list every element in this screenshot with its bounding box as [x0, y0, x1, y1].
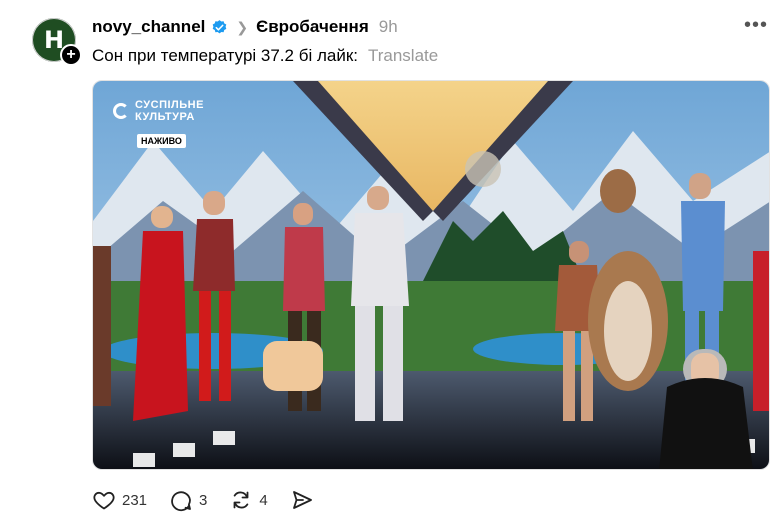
- comment-button[interactable]: 3: [169, 488, 207, 512]
- comment-icon: [171, 491, 191, 512]
- verified-badge-icon: [213, 19, 227, 33]
- share-icon: [292, 491, 312, 509]
- video-frame[interactable]: СУСПІЛЬНЕ КУЛЬТУРА НАЖИВО: [92, 80, 770, 470]
- channel-name: СУСПІЛЬНЕ КУЛЬТУРА: [135, 99, 204, 123]
- channel-name-line1: СУСПІЛЬНЕ: [135, 99, 204, 111]
- translate-link[interactable]: Translate: [368, 46, 438, 66]
- thread-post: H + novy_channel ❯ Євробачення 9h ••• Со…: [0, 0, 775, 524]
- more-horizontal-icon[interactable]: •••: [744, 15, 768, 35]
- share-button[interactable]: [290, 488, 314, 512]
- post-header: novy_channel ❯ Євробачення 9h: [92, 16, 398, 38]
- chevron-right-icon: ❯: [236, 18, 249, 35]
- stage-scene: [93, 81, 769, 469]
- comment-count: 3: [199, 491, 208, 509]
- repost-icon: [233, 491, 249, 509]
- post-actions: 231 3 4: [92, 488, 336, 512]
- follow-plus-icon[interactable]: +: [60, 44, 82, 66]
- channel-name-line2: КУЛЬТУРА: [135, 111, 195, 123]
- caption-text: Сон при температурі 37.2 бі лайк:: [92, 46, 358, 65]
- community-link[interactable]: Євробачення: [256, 17, 369, 37]
- channel-logo: СУСПІЛЬНЕ КУЛЬТУРА: [113, 99, 204, 123]
- repost-button[interactable]: 4: [229, 488, 268, 512]
- post-caption: Сон при температурі 37.2 бі лайк: Transl…: [92, 46, 438, 66]
- heart-icon: [93, 491, 115, 510]
- like-count: 231: [122, 491, 148, 509]
- post-time[interactable]: 9h: [379, 17, 398, 37]
- channel-logo-icon: [113, 103, 129, 119]
- live-badge: НАЖИВО: [137, 134, 186, 148]
- like-button[interactable]: 231: [92, 488, 147, 512]
- username[interactable]: novy_channel: [92, 17, 205, 37]
- repost-count: 4: [259, 491, 268, 509]
